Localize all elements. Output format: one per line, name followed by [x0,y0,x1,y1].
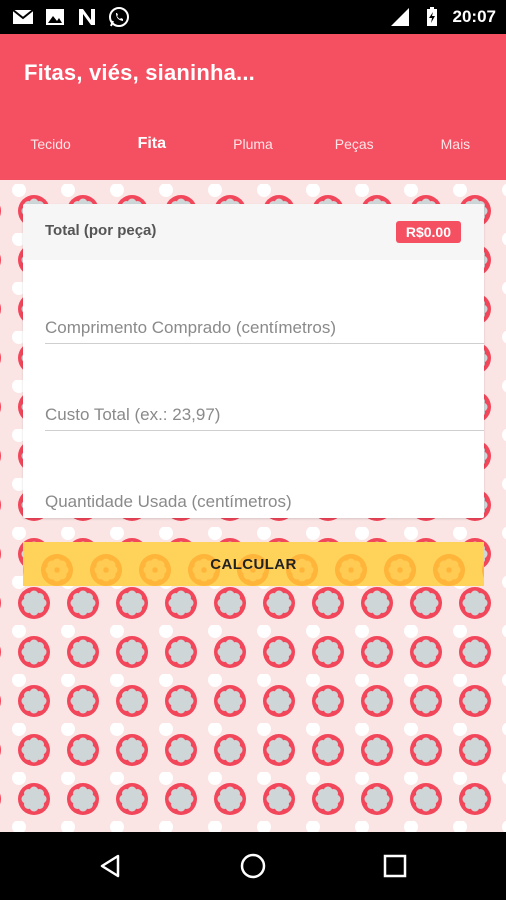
total-value-badge: R$0.00 [395,221,461,243]
calculation-card: Total (por peça) R$0.00 [23,204,484,518]
custo-total-input[interactable] [45,401,484,429]
content-area: Total (por peça) R$0.00 CALCULAR [0,180,506,832]
comprimento-input[interactable] [45,314,484,342]
home-button[interactable] [223,841,283,891]
recents-icon [383,854,407,878]
tab-tecido[interactable]: Tecido [0,130,101,158]
gallery-icon [46,9,64,25]
navigation-bar [0,832,506,900]
tab-mais[interactable]: Mais [405,130,506,158]
app-title: Fitas, viés, sianinha... [24,60,255,85]
signal-icon [390,8,409,26]
total-label: Total (por peça) [45,222,157,239]
n-icon [79,9,95,25]
comprimento-field[interactable] [45,314,484,344]
whatsapp-icon [109,7,129,27]
quantidade-input[interactable] [45,488,484,516]
quantidade-field[interactable] [45,488,484,518]
calcular-button[interactable]: CALCULAR [23,542,484,586]
back-button[interactable] [81,841,141,891]
tab-pluma[interactable]: Pluma [202,130,303,158]
status-time: 20:07 [452,7,496,26]
status-bar: 20:07 [0,0,506,34]
calcular-label: CALCULAR [210,555,297,573]
back-icon [100,854,120,878]
tab-fita[interactable]: Fita [101,130,202,158]
home-icon [240,853,266,879]
battery-charging-icon [426,7,437,26]
gmail-icon [12,9,34,24]
custo-field[interactable] [45,401,484,431]
card-header: Total (por peça) R$0.00 [23,204,484,260]
tab-pecas[interactable]: Peças [304,130,405,158]
tab-bar: Tecido Fita Pluma Peças Mais [0,130,506,158]
app-bar: Fitas, viés, sianinha... Tecido Fita Plu… [0,34,506,180]
recents-button[interactable] [365,841,425,891]
